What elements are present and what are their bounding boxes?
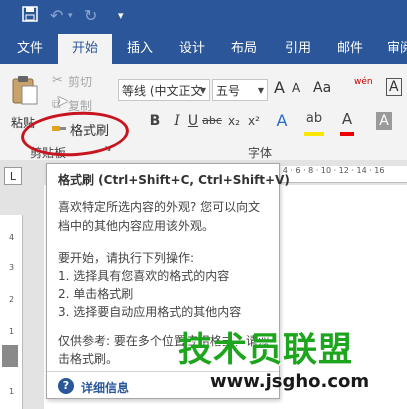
grow-font-button[interactable]: A: [274, 78, 285, 97]
quick-access-toolbar: ↶ ▾ ↻ ▾: [0, 0, 407, 34]
strikethrough-button[interactable]: abc: [200, 110, 224, 132]
character-shading-button[interactable]: A: [376, 112, 392, 130]
tab-home[interactable]: 开始: [58, 34, 112, 64]
bold-button[interactable]: B: [148, 110, 162, 132]
customize-icon[interactable]: ▾: [118, 6, 124, 26]
ruler-tick: 2: [9, 295, 15, 304]
tooltip-title: 格式刷 (Ctrl+Shift+C, Ctrl+Shift+V): [58, 173, 290, 187]
ruler-tick: 4: [9, 233, 15, 242]
watermark-logo: 技术员联盟: [178, 330, 353, 370]
ribbon-tabs: 文件 开始 插入 设计 布局 引用 邮件 审阅: [0, 34, 407, 64]
horizontal-ruler: 2 · 4 · 6 · 8 · 10 · 12 · 14 · 16: [270, 166, 407, 183]
font-group-label: 字体: [248, 146, 273, 160]
tooltip-line: 要开始，请执行下列操作:: [58, 251, 195, 265]
font-color-button[interactable]: A: [340, 110, 354, 136]
watermark-url: www.jsgho.com: [210, 371, 370, 392]
chevron-down-icon: ▼: [199, 86, 206, 95]
tooltip-line: 3. 选择要自动应用格式的其他内容: [58, 305, 242, 319]
tab-mailings[interactable]: 邮件: [328, 34, 372, 64]
chevron-down-icon[interactable]: ▾: [68, 6, 73, 26]
redo-icon[interactable]: ↻: [84, 6, 97, 26]
font-name-value: 等线 (中文正文: [122, 84, 203, 98]
cut-button[interactable]: 剪切: [68, 73, 92, 90]
tab-review[interactable]: 审阅: [380, 34, 407, 64]
font-size-value: 五号: [216, 84, 241, 98]
save-icon[interactable]: [22, 6, 38, 27]
tab-layout[interactable]: 布局: [222, 34, 266, 64]
ruler-tick: 3: [9, 263, 15, 272]
italic-button[interactable]: I: [170, 110, 184, 132]
mouse-cursor-icon: ➤: [56, 92, 69, 110]
underline-button[interactable]: U: [186, 110, 200, 132]
text-effects-button[interactable]: A: [274, 110, 290, 132]
phonetic-guide-button[interactable]: wén: [354, 77, 373, 87]
ruler-tick: 1: [9, 387, 15, 396]
superscript-button[interactable]: x²: [246, 110, 262, 132]
subscript-button[interactable]: x₂: [226, 110, 242, 132]
vertical-ruler: 4 3 2 1 1: [0, 215, 23, 409]
shrink-font-button[interactable]: A: [292, 81, 300, 95]
tooltip-line: 1. 选择具有您喜欢的格式的内容: [58, 269, 230, 283]
tooltip-line: 2. 单击格式刷: [58, 287, 134, 301]
more-info-link[interactable]: 详细信息: [81, 379, 129, 396]
font-name-select[interactable]: 等线 (中文正文 ▼: [118, 79, 210, 101]
undo-icon[interactable]: ↶: [50, 6, 63, 26]
scissors-icon: ✂: [52, 73, 63, 88]
highlight-button[interactable]: ab: [304, 110, 324, 136]
ruler-tick: 1: [9, 327, 15, 336]
ruler-margin-marker: [2, 345, 18, 367]
tab-references[interactable]: 引用: [276, 34, 320, 64]
paste-icon: [12, 76, 38, 105]
tab-design[interactable]: 设计: [170, 34, 214, 64]
tab-selector[interactable]: L: [4, 167, 22, 185]
tab-file[interactable]: 文件: [8, 34, 52, 64]
help-icon[interactable]: ?: [58, 378, 74, 394]
tab-insert[interactable]: 插入: [118, 34, 162, 64]
change-case-button[interactable]: Aa: [313, 80, 331, 96]
font-size-select[interactable]: 五号 ▼: [212, 79, 268, 101]
tooltip-line: 喜欢特定所选内容的外观? 您可以向文: [58, 200, 261, 214]
enclose-char-icon[interactable]: A: [386, 78, 402, 96]
chevron-down-icon: ▼: [257, 86, 264, 95]
tooltip-line: 档中的其他内容应用该外观。: [58, 219, 215, 233]
tooltip-line: 击格式刷。: [58, 352, 119, 366]
